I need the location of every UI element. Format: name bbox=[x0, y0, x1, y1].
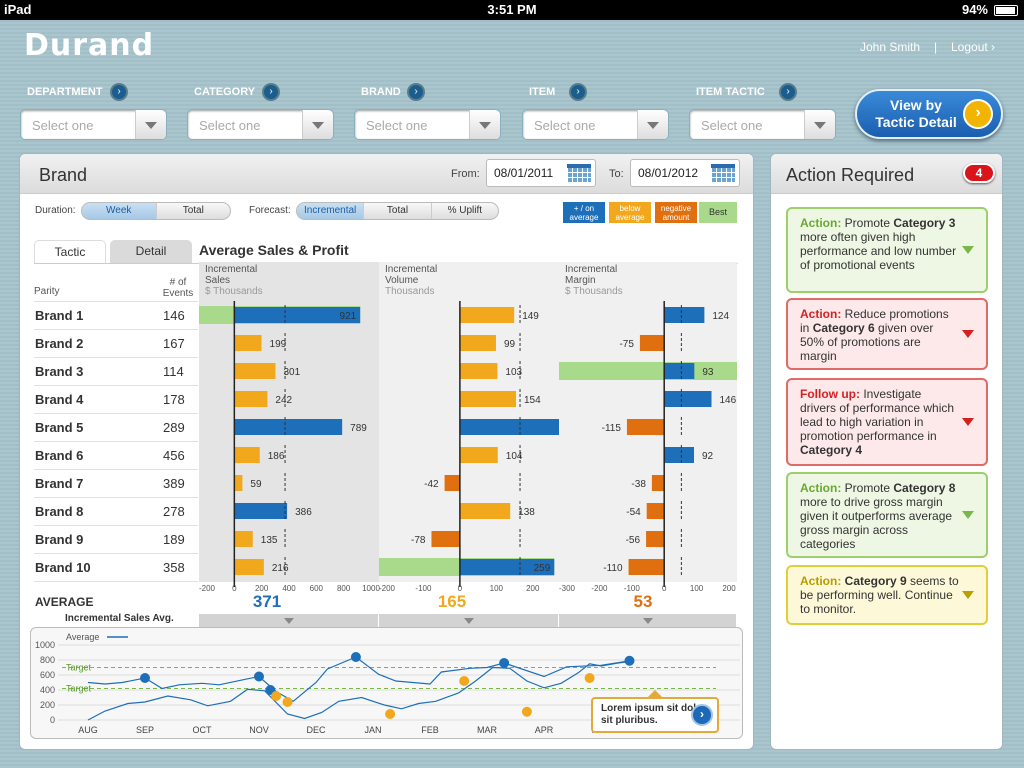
orange-point bbox=[521, 706, 532, 717]
column-title-line: Volume bbox=[385, 275, 419, 286]
column-header: Incremental Margin $ Thousands bbox=[565, 264, 623, 297]
action-card[interactable]: Action: Category 9 seems to be performin… bbox=[786, 565, 988, 625]
column-summary-bar[interactable] bbox=[199, 614, 378, 627]
column-average: 165 bbox=[437, 592, 467, 611]
target-label: Target bbox=[66, 663, 92, 673]
action-panel-title: Action Required bbox=[786, 165, 915, 185]
month-label: NOV bbox=[249, 725, 269, 735]
y-tick-label: 200 bbox=[40, 700, 55, 710]
action-category: Category 8 bbox=[893, 481, 956, 495]
month-label: OCT bbox=[193, 725, 213, 735]
action-card[interactable]: Follow up: Investigate drivers of perfor… bbox=[786, 378, 988, 466]
column-average: 371 bbox=[252, 592, 282, 611]
y-tick-label: 400 bbox=[40, 685, 55, 695]
blue-point bbox=[624, 655, 635, 666]
chevron-down-icon[interactable] bbox=[962, 330, 974, 338]
column-summary-bar[interactable] bbox=[379, 614, 558, 627]
column-title-line: Incremental bbox=[385, 264, 438, 275]
column-header: Incremental Volume Thousands bbox=[385, 264, 437, 297]
chevron-down-icon[interactable] bbox=[962, 418, 974, 426]
trend-tooltip[interactable]: Lorem ipsum sit dolor sit pluribus. › bbox=[591, 690, 719, 733]
column-title-line: Sales bbox=[205, 275, 231, 286]
month-label: MAR bbox=[477, 725, 498, 735]
trend-legend: Average bbox=[66, 632, 99, 642]
action-prefix: Follow up: bbox=[800, 387, 860, 401]
chevron-down-icon[interactable] bbox=[962, 591, 974, 599]
chevron-down-icon[interactable] bbox=[962, 511, 974, 519]
orange-point bbox=[271, 691, 282, 701]
action-category: Category 9 bbox=[844, 574, 907, 588]
action-prefix: Action: bbox=[800, 481, 842, 495]
column-unit: Thousands bbox=[385, 286, 435, 297]
column-unit: $ Thousands bbox=[565, 286, 623, 297]
y-tick-label: 0 bbox=[50, 715, 55, 725]
month-label: FEB bbox=[421, 725, 439, 735]
blue-point bbox=[350, 652, 361, 662]
action-text: more often given high performance and lo… bbox=[800, 230, 957, 272]
action-count-badge: 4 bbox=[963, 163, 995, 183]
orange-point bbox=[459, 676, 470, 686]
sales-line bbox=[87, 656, 630, 703]
action-category: Category 3 bbox=[893, 216, 956, 230]
column-header: Incremental Sales $ Thousands bbox=[205, 264, 263, 297]
action-card[interactable]: Action: Reduce promotions in Category 6 … bbox=[786, 298, 988, 370]
month-label: APR bbox=[535, 725, 554, 735]
action-prefix: Action: bbox=[800, 574, 842, 588]
target-label: Target bbox=[66, 684, 92, 694]
action-text: Promote bbox=[841, 481, 894, 495]
column-unit: $ Thousands bbox=[205, 286, 263, 297]
blue-point bbox=[254, 671, 264, 682]
month-label: AUG bbox=[78, 725, 98, 735]
action-text: Promote bbox=[841, 216, 894, 230]
column-title-line: Margin bbox=[565, 275, 596, 286]
action-card[interactable]: Action: Promote Category 8 more to drive… bbox=[786, 472, 988, 558]
action-prefix: Action: bbox=[800, 307, 842, 321]
column-title-line: Incremental bbox=[205, 264, 258, 275]
y-tick-label: 1000 bbox=[35, 640, 55, 650]
y-tick-label: 800 bbox=[40, 655, 55, 665]
blue-point bbox=[140, 673, 150, 683]
y-tick-label: 600 bbox=[40, 670, 55, 680]
action-text: more to drive gross margin given it outp… bbox=[800, 495, 953, 551]
orange-point bbox=[385, 709, 396, 719]
month-label: DEC bbox=[306, 725, 326, 735]
action-category: Category 4 bbox=[800, 443, 863, 457]
action-category: Category 6 bbox=[812, 321, 875, 335]
chevron-down-icon[interactable] bbox=[962, 246, 974, 254]
month-label: JAN bbox=[364, 725, 381, 735]
average-line bbox=[87, 660, 630, 721]
orange-point bbox=[282, 697, 293, 707]
arrow-right-icon[interactable]: › bbox=[691, 704, 713, 726]
action-prefix: Action: bbox=[800, 216, 842, 230]
column-title-line: Incremental bbox=[565, 264, 618, 275]
action-card[interactable]: Action: Promote Category 3 more often gi… bbox=[786, 207, 988, 293]
column-summary-bar[interactable] bbox=[559, 614, 736, 627]
column-average: 53 bbox=[633, 592, 653, 611]
month-label: SEP bbox=[136, 725, 154, 735]
orange-point bbox=[584, 673, 595, 683]
blue-point bbox=[499, 658, 510, 668]
